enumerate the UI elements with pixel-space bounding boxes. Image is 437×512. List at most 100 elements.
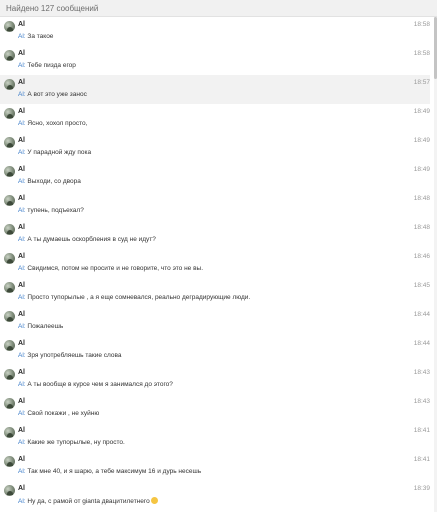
list-item[interactable]: Al 18:43 Al: А ты вообще в курсе чем я з… bbox=[0, 365, 430, 394]
avatar bbox=[4, 195, 15, 206]
sender-name: Al bbox=[18, 108, 25, 115]
sender-prefix: Al: bbox=[18, 498, 26, 505]
message-text: Ну да, с рамой от gianta двацитилетнего bbox=[27, 498, 150, 505]
message-text: тупень, подъехал? bbox=[27, 207, 84, 214]
search-results-header: Найдено 127 сообщений bbox=[0, 0, 437, 17]
message-text: Просто тупорылые , а я еще сомневался, р… bbox=[27, 294, 251, 301]
message-time: 18:57 bbox=[413, 79, 430, 86]
message-time: 18:48 bbox=[413, 195, 430, 202]
list-item-selected[interactable]: Al 18:57 Al: А вот это уже заноc bbox=[0, 75, 430, 104]
message-text: У парадной жду пока bbox=[27, 149, 92, 156]
list-item[interactable]: Al 18:44 Al: Пожалеешь bbox=[0, 307, 430, 336]
sender-prefix: Al: bbox=[18, 149, 26, 156]
message-text: Так мне 40, и я шарю, а тебе максимум 16… bbox=[27, 468, 202, 475]
avatar bbox=[4, 166, 15, 177]
sender-name: Al bbox=[18, 50, 25, 57]
sender-prefix: Al: bbox=[18, 381, 26, 388]
message-preview: Al: У парадной жду пока bbox=[18, 149, 91, 156]
sender-name: Al bbox=[18, 427, 25, 434]
avatar bbox=[4, 21, 15, 32]
message-text: Свидимся, потом не просите и не говорите… bbox=[27, 265, 204, 272]
message-time: 18:48 bbox=[413, 224, 430, 231]
message-preview: Al: Просто тупорылые , а я еще сомневалс… bbox=[18, 294, 250, 301]
message-time: 18:44 bbox=[413, 311, 430, 318]
message-preview: Al: Какие же тупорылые, ну просто. bbox=[18, 439, 125, 446]
avatar bbox=[4, 79, 15, 90]
sender-name: Al bbox=[18, 166, 25, 173]
sender-name: Al bbox=[18, 137, 25, 144]
message-time: 18:41 bbox=[413, 427, 430, 434]
message-preview: Al: Свидимся, потом не просите и не гово… bbox=[18, 265, 203, 272]
sender-name: Al bbox=[18, 456, 25, 463]
list-item[interactable]: Al 18:44 Al: Зря употребляешь такие слов… bbox=[0, 336, 430, 365]
sender-prefix: Al: bbox=[18, 439, 26, 446]
list-item[interactable]: Al 18:48 Al: А ты думаешь оскорбления в … bbox=[0, 220, 430, 249]
avatar bbox=[4, 485, 15, 496]
message-preview: Al: Свой покажи , не хуйню bbox=[18, 410, 99, 417]
sender-prefix: Al: bbox=[18, 265, 26, 272]
sender-prefix: Al: bbox=[18, 294, 26, 301]
sender-prefix: Al: bbox=[18, 236, 26, 243]
message-text: Пожалеешь bbox=[27, 323, 64, 330]
list-item[interactable]: Al 18:49 Al: У парадной жду пока bbox=[0, 133, 430, 162]
message-preview: Al: За такое bbox=[18, 33, 53, 40]
message-text: А ты вообще в курсе чем я занимался до э… bbox=[27, 381, 173, 388]
avatar bbox=[4, 253, 15, 264]
list-item[interactable]: Al 18:46 Al: Свидимся, потом не просите … bbox=[0, 249, 430, 278]
sender-prefix: Al: bbox=[18, 62, 26, 69]
list-item[interactable]: Al 18:39 Al: Ну да, с рамой от gianta дв… bbox=[0, 481, 430, 510]
avatar bbox=[4, 369, 15, 380]
message-preview: Al: Пожалеешь bbox=[18, 323, 63, 330]
sender-prefix: Al: bbox=[18, 352, 26, 359]
message-list: Al 18:58 Al: За такое Al 18:58 Al: Тебе … bbox=[0, 17, 430, 510]
message-text: А вот это уже заноc bbox=[27, 91, 87, 98]
message-time: 18:41 bbox=[413, 456, 430, 463]
list-item[interactable]: Al 18:45 Al: Просто тупорылые , а я еще … bbox=[0, 278, 430, 307]
sender-prefix: Al: bbox=[18, 468, 26, 475]
message-preview: Al: А ты вообще в курсе чем я занимался … bbox=[18, 381, 173, 388]
message-time: 18:46 bbox=[413, 253, 430, 260]
avatar bbox=[4, 50, 15, 61]
message-preview: Al: Так мне 40, и я шарю, а тебе максиму… bbox=[18, 468, 201, 475]
list-item[interactable]: Al 18:49 Al: Ясно, хохол просто, bbox=[0, 104, 430, 133]
message-preview: Al: Тебе пизда егор bbox=[18, 62, 76, 69]
sender-prefix: Al: bbox=[18, 410, 26, 417]
message-text: А ты думаешь оскорбления в суд не идут? bbox=[27, 236, 156, 243]
message-preview: Al: тупень, подъехал? bbox=[18, 207, 84, 214]
message-preview: Al: А ты думаешь оскорбления в суд не ид… bbox=[18, 236, 156, 243]
avatar bbox=[4, 108, 15, 119]
message-time: 18:49 bbox=[413, 108, 430, 115]
sender-prefix: Al: bbox=[18, 323, 26, 330]
avatar bbox=[4, 137, 15, 148]
avatar bbox=[4, 340, 15, 351]
message-text: Выходи, со двора bbox=[27, 178, 81, 185]
list-item[interactable]: Al 18:58 Al: Тебе пизда егор bbox=[0, 46, 430, 75]
message-preview: Al: Зря употребляешь такие слова bbox=[18, 352, 121, 359]
sender-name: Al bbox=[18, 253, 25, 260]
message-preview: Al: Ну да, с рамой от gianta двацитилетн… bbox=[18, 497, 158, 505]
sender-prefix: Al: bbox=[18, 33, 26, 40]
sender-name: Al bbox=[18, 282, 25, 289]
list-item[interactable]: Al 18:49 Al: Выходи, со двора bbox=[0, 162, 430, 191]
sender-name: Al bbox=[18, 311, 25, 318]
sender-name: Al bbox=[18, 224, 25, 231]
message-preview: Al: Выходи, со двора bbox=[18, 178, 81, 185]
message-time: 18:43 bbox=[413, 369, 430, 376]
list-item[interactable]: Al 18:43 Al: Свой покажи , не хуйню bbox=[0, 394, 430, 423]
list-item[interactable]: Al 18:48 Al: тупень, подъехал? bbox=[0, 191, 430, 220]
message-text: За такое bbox=[27, 33, 54, 40]
sender-name: Al bbox=[18, 398, 25, 405]
list-item[interactable]: Al 18:58 Al: За такое bbox=[0, 17, 430, 46]
sender-name: Al bbox=[18, 21, 25, 28]
list-item[interactable]: Al 18:41 Al: Какие же тупорылые, ну прос… bbox=[0, 423, 430, 452]
message-preview: Al: Ясно, хохол просто, bbox=[18, 120, 87, 127]
sender-name: Al bbox=[18, 485, 25, 492]
message-text: Зря употребляешь такие слова bbox=[27, 352, 122, 359]
sender-prefix: Al: bbox=[18, 207, 26, 214]
grinning-emoji-icon bbox=[150, 497, 158, 504]
list-item[interactable]: Al 18:41 Al: Так мне 40, и я шарю, а теб… bbox=[0, 452, 430, 481]
message-time: 18:58 bbox=[413, 50, 430, 57]
result-count-label: Найдено 127 сообщений bbox=[6, 4, 99, 13]
sender-prefix: Al: bbox=[18, 120, 26, 127]
sender-name: Al bbox=[18, 369, 25, 376]
